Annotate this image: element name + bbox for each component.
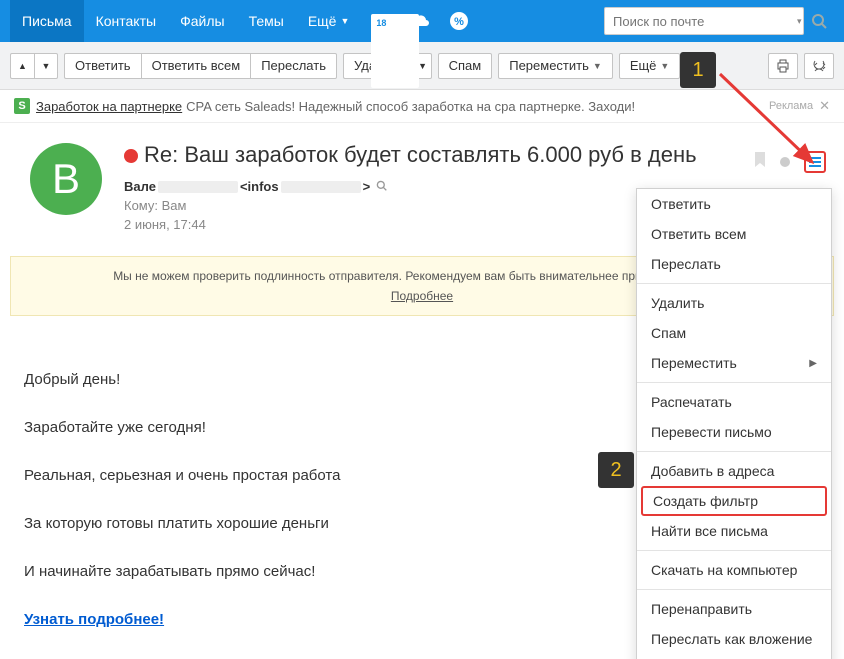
search-scope-toggle[interactable]: ▾ — [797, 16, 803, 27]
reply-button[interactable]: Ответить — [64, 53, 141, 79]
ad-text: CPA сеть Saleads! Надежный способ зарабо… — [186, 99, 635, 114]
ad-link[interactable]: Заработок на партнерке — [36, 99, 182, 114]
nav-tab-more[interactable]: Ещё▼ — [296, 0, 362, 42]
menu-reply-all[interactable]: Ответить всем — [637, 219, 831, 249]
pin-button[interactable] — [804, 53, 834, 79]
message-context-menu: Ответить Ответить всем Переслать Удалить… — [636, 188, 832, 659]
menu-add-contacts[interactable]: Добавить в адреса — [637, 456, 831, 486]
ad-badge: S — [14, 98, 30, 114]
ad-bar: S Заработок на партнерке CPA сеть Salead… — [0, 90, 844, 123]
menu-move[interactable]: Переместить▶ — [637, 348, 831, 378]
ad-close-icon[interactable]: ✕ — [819, 98, 830, 114]
annotation-badge-1: 1 — [680, 52, 716, 88]
read-status-icon[interactable] — [780, 157, 790, 167]
nav-tab-files[interactable]: Файлы — [168, 0, 236, 42]
sender-avatar: В — [30, 143, 102, 215]
search-button[interactable] — [804, 13, 834, 29]
annotation-badge-2: 2 — [598, 452, 634, 488]
search-container: ▾ — [604, 7, 804, 35]
bookmark-icon[interactable] — [754, 152, 766, 173]
next-message-button[interactable]: ▼ — [34, 53, 58, 79]
search-sender-icon[interactable] — [376, 180, 387, 194]
svg-text:%: % — [455, 16, 465, 28]
forward-button[interactable]: Переслать — [250, 53, 337, 79]
deals-icon[interactable]: % — [449, 11, 469, 31]
top-nav: Письма Контакты Файлы Темы Ещё▼ 18 % ▾ — [0, 0, 844, 42]
print-button[interactable] — [768, 53, 798, 79]
menu-download[interactable]: Скачать на компьютер — [637, 555, 831, 585]
message-menu-button[interactable] — [804, 151, 826, 173]
body-cta-link[interactable]: Узнать подробнее! — [24, 611, 164, 628]
menu-translate[interactable]: Перевести письмо — [637, 417, 831, 447]
spam-button[interactable]: Спам — [438, 53, 493, 79]
nav-tab-mail[interactable]: Письма — [10, 0, 84, 42]
menu-spam[interactable]: Спам — [637, 318, 831, 348]
menu-create-filter[interactable]: Создать фильтр — [641, 486, 827, 516]
ad-label: Реклама — [769, 100, 813, 112]
unread-dot-icon — [124, 149, 138, 163]
nav-tab-themes[interactable]: Темы — [237, 0, 296, 42]
menu-find-all[interactable]: Найти все письма — [637, 516, 831, 546]
action-toolbar: ▲ ▼ Ответить Ответить всем Переслать Уда… — [0, 42, 844, 90]
menu-delete[interactable]: Удалить — [637, 288, 831, 318]
more-button[interactable]: Ещё▼ — [619, 53, 681, 79]
menu-headers[interactable]: Служебные заголовки — [637, 654, 831, 659]
move-button[interactable]: Переместить▼ — [498, 53, 613, 79]
menu-reply[interactable]: Ответить — [637, 189, 831, 219]
prev-message-button[interactable]: ▲ — [10, 53, 34, 79]
menu-redirect[interactable]: Перенаправить — [637, 594, 831, 624]
nav-tab-contacts[interactable]: Контакты — [84, 0, 168, 42]
search-input[interactable] — [605, 14, 797, 29]
menu-forward-attach[interactable]: Переслать как вложение — [637, 624, 831, 654]
menu-forward[interactable]: Переслать — [637, 249, 831, 279]
calendar-icon[interactable]: 18 — [371, 11, 391, 31]
message-subject: Re: Ваш заработок будет составлять 6.000… — [124, 141, 820, 169]
menu-print[interactable]: Распечатать — [637, 387, 831, 417]
reply-all-button[interactable]: Ответить всем — [141, 53, 251, 79]
